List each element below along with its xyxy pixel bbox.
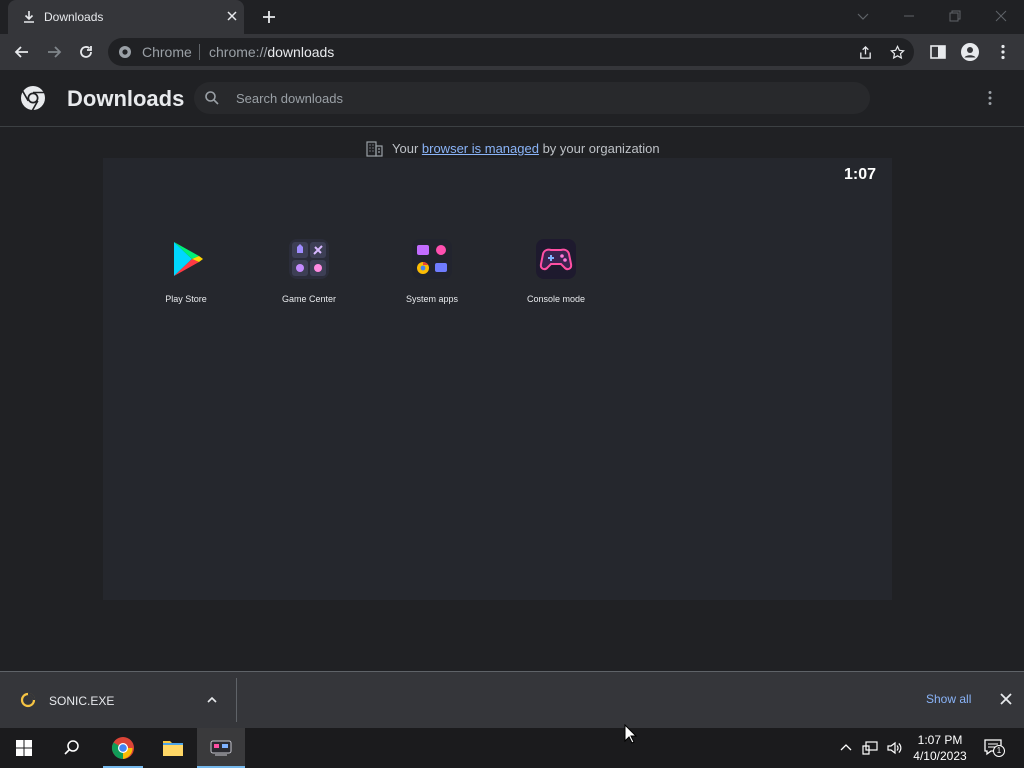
search-icon[interactable] — [204, 90, 220, 106]
url-scheme: chrome:// — [209, 44, 268, 60]
tab-title: Downloads — [44, 10, 104, 24]
windows-icon — [16, 740, 32, 756]
play-store-icon — [174, 242, 203, 276]
app-game-center[interactable]: Game Center — [261, 238, 357, 304]
notification-center-button[interactable]: 1 — [983, 738, 1005, 758]
toolbar: Chrome chrome://downloads — [0, 34, 1024, 70]
download-file-name[interactable]: SONIC.EXE — [49, 694, 114, 708]
taskbar-date: 4/10/2023 — [913, 749, 967, 763]
managed-link[interactable]: browser is managed — [422, 141, 539, 156]
tab-search-icon[interactable] — [853, 6, 873, 26]
notification-count: 1 — [993, 745, 1005, 757]
taskbar-time: 1:07 PM — [917, 733, 963, 747]
side-panel-icon[interactable] — [928, 42, 948, 62]
bookmark-star-icon[interactable] — [890, 45, 905, 60]
search-box[interactable] — [194, 82, 870, 114]
close-window-icon[interactable] — [991, 6, 1011, 26]
forward-icon[interactable] — [44, 42, 64, 62]
page-title: Downloads — [67, 86, 185, 111]
chrome-menu-icon[interactable] — [993, 42, 1013, 62]
download-icon — [24, 11, 34, 23]
overlay-clock: 1:07 — [844, 166, 877, 183]
minimize-icon[interactable] — [899, 6, 919, 26]
managed-prefix: Your — [392, 141, 422, 156]
chevron-up-icon[interactable] — [204, 692, 220, 708]
omnibox-chip-label: Chrome — [142, 44, 192, 60]
volume-icon[interactable] — [886, 740, 902, 756]
restore-icon[interactable] — [945, 6, 965, 26]
system-apps-icon — [412, 239, 452, 279]
start-button[interactable] — [2, 728, 46, 768]
folder-icon — [163, 741, 183, 756]
chrome-logo-icon — [21, 86, 45, 111]
show-all-button[interactable]: Show all — [926, 692, 971, 706]
close-shelf-icon[interactable] — [997, 690, 1015, 708]
taskbar-file-explorer[interactable] — [150, 728, 194, 768]
app-label: System apps — [405, 294, 459, 304]
managed-suffix: by your organization — [538, 141, 660, 156]
taskbar-chrome[interactable] — [101, 728, 145, 768]
back-icon[interactable] — [12, 42, 32, 62]
profile-icon[interactable] — [960, 42, 980, 62]
console-mode-icon — [536, 239, 576, 279]
app-label: Console mode — [526, 294, 586, 304]
taskbar-search-button[interactable] — [50, 728, 94, 768]
new-tab-icon[interactable] — [260, 8, 278, 26]
network-icon[interactable] — [862, 740, 878, 756]
reload-icon[interactable] — [76, 42, 96, 62]
app-label: Play Store — [165, 294, 207, 304]
file-icon[interactable] — [20, 692, 36, 708]
tab-close-icon[interactable] — [224, 8, 240, 24]
managed-text: Your browser is managed by your organiza… — [392, 141, 660, 156]
downloads-header: Downloads — [0, 70, 1024, 127]
more-actions-icon[interactable] — [980, 88, 1000, 108]
address-bar[interactable]: Chrome chrome://downloads — [108, 38, 914, 66]
taskbar-search-icon — [64, 740, 79, 755]
share-icon[interactable] — [858, 45, 873, 60]
taskbar: 1:07 PM 4/10/2023 1 — [0, 728, 1024, 768]
download-shelf: SONIC.EXE Show all — [0, 671, 1024, 728]
app-system-apps[interactable]: System apps — [384, 238, 480, 304]
app-label: Game Center — [281, 294, 337, 304]
chrome-icon — [112, 737, 134, 759]
app-play-store[interactable]: Play Store — [138, 238, 234, 304]
mouse-cursor-icon — [624, 724, 638, 744]
show-hidden-icons-icon[interactable] — [838, 740, 854, 756]
chrome-chip-icon[interactable] — [118, 45, 132, 59]
omnibox-url[interactable]: chrome://downloads — [209, 44, 334, 60]
omnibox-separator — [199, 44, 200, 60]
game-app-icon — [210, 740, 232, 756]
app-console-mode[interactable]: Console mode — [508, 238, 604, 304]
shelf-separator — [236, 678, 237, 722]
taskbar-active-app[interactable] — [197, 728, 245, 768]
search-input[interactable] — [236, 88, 836, 108]
url-host: downloads — [267, 44, 335, 60]
taskbar-clock[interactable]: 1:07 PM 4/10/2023 — [912, 732, 968, 764]
game-center-icon — [289, 239, 329, 279]
app-launcher-overlay: 1:07 Play Store Game Center System apps … — [103, 158, 892, 600]
tab-downloads[interactable]: Downloads — [8, 0, 244, 34]
building-icon — [366, 141, 383, 157]
tab-strip: Downloads — [0, 0, 1024, 34]
